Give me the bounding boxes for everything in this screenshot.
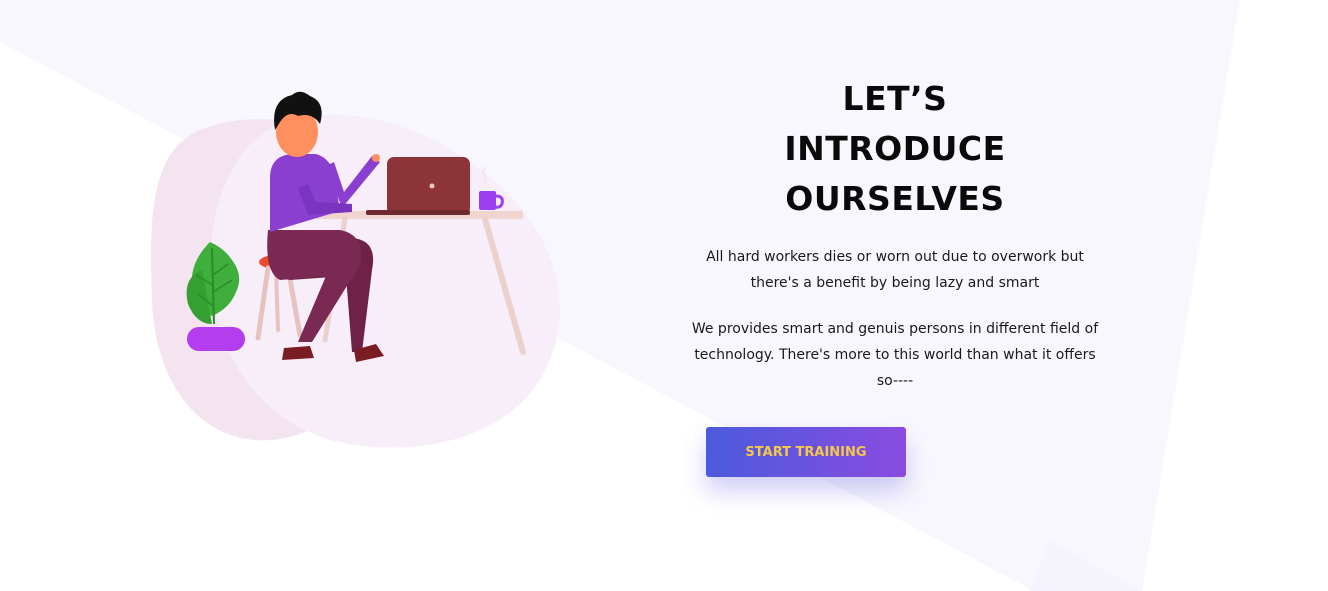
start-training-button[interactable]: START TRAINING bbox=[706, 427, 906, 477]
intro-paragraph-1: All hard workers dies or worn out due to… bbox=[706, 249, 1084, 291]
intro-paragraph-2: We provides smart and genuis persons in … bbox=[691, 321, 1099, 389]
front-blob bbox=[210, 114, 560, 448]
title-line-3: OURSELVES bbox=[785, 179, 1005, 218]
intro-section: LET’S INTRODUCE OURSELVES All hard worke… bbox=[680, 74, 1110, 394]
title-line-2: INTRODUCE bbox=[784, 129, 1006, 168]
title-line-1: LET’S bbox=[842, 79, 948, 118]
person-working-at-laptop-illustration bbox=[151, 91, 560, 448]
page-title: LET’S INTRODUCE OURSELVES bbox=[680, 74, 1110, 224]
